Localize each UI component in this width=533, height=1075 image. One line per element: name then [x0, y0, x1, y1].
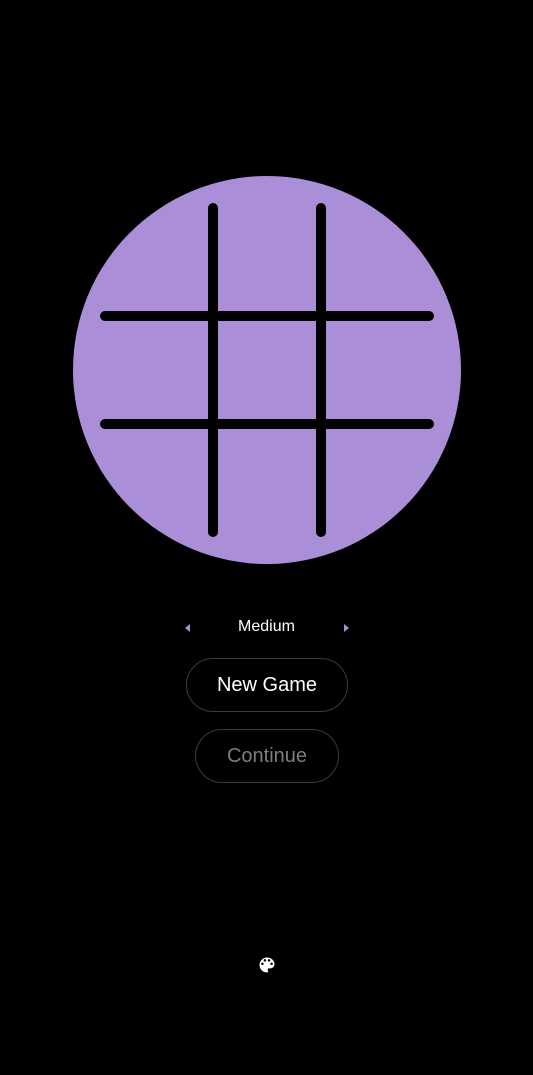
palette-icon[interactable] [257, 955, 277, 975]
chevron-left-icon[interactable] [182, 622, 194, 634]
board-cell[interactable] [100, 321, 204, 425]
grid-line-vertical [208, 203, 218, 537]
chevron-right-icon[interactable] [340, 622, 352, 634]
difficulty-selector: Medium [0, 616, 533, 640]
board-cell[interactable] [326, 429, 430, 533]
board-cell[interactable] [218, 429, 322, 533]
board-cell[interactable] [218, 203, 322, 307]
continue-button[interactable]: Continue [195, 729, 339, 783]
new-game-button[interactable]: New Game [186, 658, 348, 712]
board-cell[interactable] [326, 321, 430, 425]
grid-line-horizontal [100, 311, 434, 321]
board-cell[interactable] [100, 429, 204, 533]
board-cell[interactable] [218, 321, 322, 425]
board-cell[interactable] [100, 203, 204, 307]
grid-line-horizontal [100, 419, 434, 429]
tic-tac-toe-board [73, 176, 461, 564]
game-screen: Medium New Game Continue [0, 0, 533, 1075]
board-cell[interactable] [326, 203, 430, 307]
difficulty-label: Medium [238, 618, 295, 635]
grid-line-vertical [316, 203, 326, 537]
